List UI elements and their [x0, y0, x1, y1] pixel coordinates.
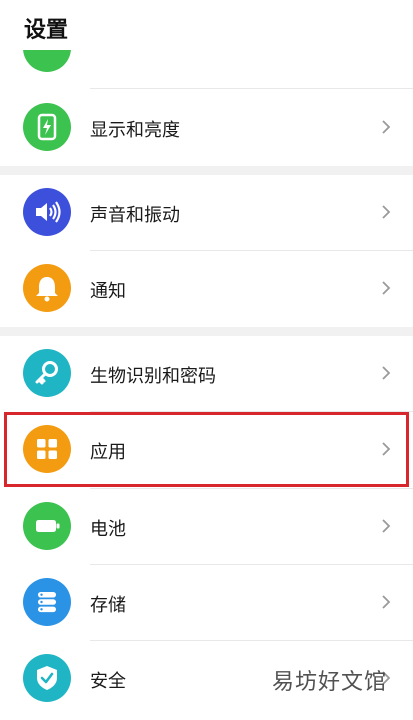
apps-grid-icon — [23, 425, 71, 473]
settings-item-label: 显示和亮度 — [90, 120, 180, 141]
header: 设置 — [0, 0, 413, 50]
chevron-right-icon — [381, 365, 391, 381]
settings-item-apps[interactable]: 应用 — [0, 412, 413, 488]
page-title: 设置 — [24, 18, 69, 43]
settings-item-label: 安全 — [90, 671, 126, 692]
settings-item-label: 生物识别和密码 — [90, 366, 216, 387]
storage-icon — [23, 578, 71, 626]
chevron-right-icon — [381, 594, 391, 610]
shield-icon — [23, 654, 71, 702]
settings-item-sound[interactable]: 声音和振动 — [0, 175, 413, 251]
key-icon — [23, 349, 71, 397]
settings-item-notifications[interactable]: 通知 — [0, 251, 413, 327]
settings-item-label: 声音和振动 — [90, 205, 180, 226]
watermark: 易坊好文馆 — [271, 670, 387, 695]
chevron-right-icon — [381, 441, 391, 457]
chevron-right-icon — [381, 280, 391, 296]
display-brightness-icon — [23, 103, 71, 151]
divider — [90, 88, 413, 89]
chevron-right-icon — [381, 119, 391, 135]
chevron-right-icon — [381, 518, 391, 534]
speaker-icon — [23, 188, 71, 236]
settings-item-label: 电池 — [90, 519, 126, 540]
settings-item-battery[interactable]: 电池 — [0, 489, 413, 565]
settings-item-storage[interactable]: 存储 — [0, 565, 413, 641]
bell-icon — [23, 264, 71, 312]
chevron-right-icon — [381, 204, 391, 220]
settings-item-display[interactable]: 显示和亮度 — [0, 90, 413, 166]
battery-icon — [23, 502, 71, 550]
settings-item-biometrics[interactable]: 生物识别和密码 — [0, 336, 413, 412]
settings-item-label: 应用 — [90, 442, 126, 463]
settings-item-label: 存储 — [90, 595, 126, 616]
settings-item-label: 通知 — [90, 281, 126, 302]
